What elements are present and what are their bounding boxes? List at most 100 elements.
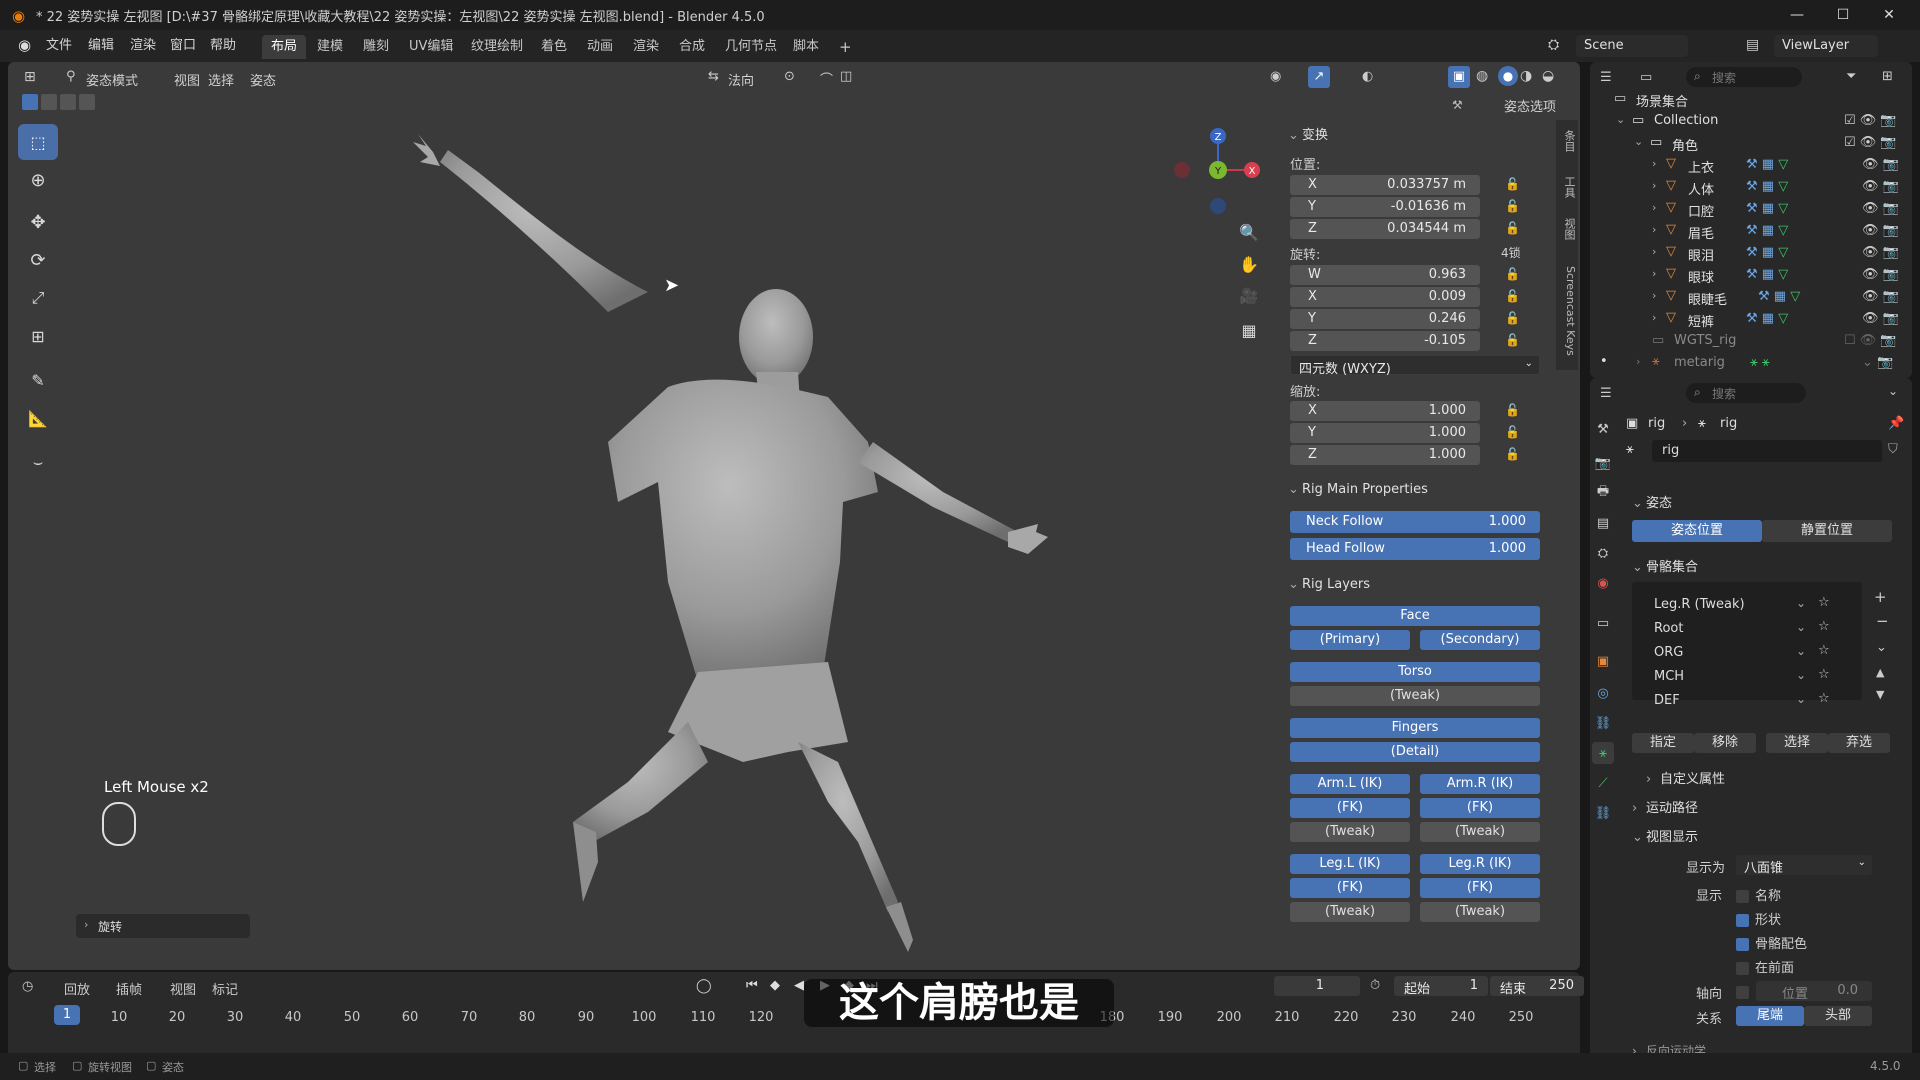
menu-playback[interactable]: 回放 xyxy=(64,979,90,998)
rotate-tool[interactable]: ⟳ xyxy=(18,242,58,278)
row-controls[interactable]: 👁 📷 xyxy=(1862,157,1899,172)
list-item[interactable]: Leg.R (Tweak) ⌄ ☆ xyxy=(1636,594,1856,615)
outliner-editor-icon[interactable]: ☰ xyxy=(1600,70,1612,85)
axes-checkbox[interactable] xyxy=(1736,986,1749,999)
sidebar-tab-item[interactable]: 条目 xyxy=(1561,130,1577,152)
current-frame-field[interactable]: 1 xyxy=(1274,976,1360,996)
in-front-checkbox[interactable]: 在前面 xyxy=(1736,957,1794,976)
cursor-tool[interactable]: ⊕ xyxy=(18,162,58,198)
rotation-mode-dropdown[interactable]: 四元数 (WXYZ) ⌄ xyxy=(1290,355,1540,377)
menu-file[interactable]: 文件 xyxy=(46,35,72,57)
scale-x-field[interactable]: X 1.000 xyxy=(1290,401,1480,421)
lock-icon[interactable]: 🔓 xyxy=(1505,199,1520,213)
modifier-icons[interactable]: ⚒ ▦ ▽ xyxy=(1746,223,1788,238)
outliner-row-metarig[interactable]: • › ⚹ metarig ⚹ ⚹ ⌄ 📷 xyxy=(1590,352,1912,374)
outliner-row-object[interactable]: › ▽ 短裤 ⚒ ▦ ▽ 👁 📷 xyxy=(1590,308,1912,330)
rotation-4lock-toggle[interactable]: 4锁 xyxy=(1501,244,1521,261)
minimize-button[interactable]: — xyxy=(1774,0,1820,30)
start-frame-field[interactable]: 起始 1 xyxy=(1394,976,1488,997)
snap-icon[interactable]: ⌒ xyxy=(820,69,833,88)
row-controls[interactable]: 👁 📷 xyxy=(1862,267,1899,282)
orientation-selector[interactable]: 法向 xyxy=(728,70,754,89)
outliner-row-object[interactable]: › ▽ 眼球 ⚒ ▦ ▽ 👁 📷 xyxy=(1590,264,1912,286)
ortho-toggle-button[interactable]: ▦ xyxy=(1233,314,1265,346)
move-up-icon[interactable]: ▲ xyxy=(1876,666,1884,679)
menu-help[interactable]: 帮助 xyxy=(210,35,236,57)
outliner-row-scene-collection[interactable]: ▭ 场景集合 xyxy=(1590,88,1912,110)
scale-tool[interactable]: ⤢ xyxy=(18,280,58,316)
menu-render[interactable]: 渲染 xyxy=(130,35,156,57)
neck-follow-slider[interactable]: Neck Follow 1.000 xyxy=(1290,511,1540,533)
show-shapes-checkbox[interactable]: 形状 xyxy=(1736,909,1781,928)
rendered-shading-icon[interactable]: ◒ xyxy=(1542,68,1554,84)
list-menu-chevron-icon[interactable]: ⌄ xyxy=(1876,640,1887,655)
auto-key-icon[interactable]: ◯ xyxy=(696,978,712,994)
pose-options-menu[interactable]: 姿态选项 xyxy=(1504,96,1556,115)
tab-sculpting[interactable]: 雕刻 xyxy=(354,35,398,59)
layer-leg-l-fk-button[interactable]: (FK) xyxy=(1290,878,1410,898)
layer-arm-l-tweak-button[interactable]: (Tweak) xyxy=(1290,822,1410,842)
layer-leg-r-tweak-button[interactable]: (Tweak) xyxy=(1420,902,1540,922)
list-item[interactable]: ORG ⌄ ☆ xyxy=(1636,642,1856,663)
rotation-z-field[interactable]: Z -0.105 xyxy=(1290,331,1480,351)
modifier-icons[interactable]: ⚒ ▦ ▽ xyxy=(1746,245,1788,260)
star-icon[interactable]: ☆ xyxy=(1818,619,1830,634)
end-frame-field[interactable]: 结束 250 xyxy=(1490,976,1584,997)
rotation-w-field[interactable]: W 0.963 xyxy=(1290,265,1480,285)
show-names-checkbox[interactable]: 名称 xyxy=(1736,885,1781,904)
layer-face-primary-button[interactable]: (Primary) xyxy=(1290,630,1410,650)
lock-icon[interactable]: 🔓 xyxy=(1505,447,1520,461)
visibility-icon[interactable]: ⌄ xyxy=(1796,596,1806,610)
visibility-icon[interactable]: ◉ xyxy=(1270,69,1281,84)
deselect-bones-button[interactable]: 弃选 xyxy=(1828,733,1890,753)
modifier-icons[interactable]: ⚒ ▦ ▽ xyxy=(1758,289,1800,304)
visibility-icon[interactable]: ⌄ xyxy=(1796,668,1806,682)
display-mode-icon[interactable]: ▭ xyxy=(1640,70,1652,85)
menu-select[interactable]: 选择 xyxy=(208,70,234,89)
tool-settings-icon[interactable]: ⚒ xyxy=(1452,98,1463,112)
menu-view[interactable]: 视图 xyxy=(170,979,196,998)
sidebar-tab-tool[interactable]: 工具 xyxy=(1561,176,1577,198)
rotation-x-field[interactable]: X 0.009 xyxy=(1290,287,1480,307)
row-controls[interactable]: 👁 📷 xyxy=(1862,289,1899,304)
layer-leg-l-ik-button[interactable]: Leg.L (IK) xyxy=(1290,854,1410,874)
lock-icon[interactable]: 🔓 xyxy=(1505,267,1520,281)
star-icon[interactable]: ☆ xyxy=(1818,643,1830,658)
add-workspace-button[interactable]: + xyxy=(830,35,861,59)
lock-icon[interactable]: 🔓 xyxy=(1505,289,1520,303)
filter-icon[interactable]: ⏷ xyxy=(1846,69,1856,84)
layer-fingers-button[interactable]: Fingers xyxy=(1290,718,1540,738)
proportional-icon[interactable]: ◫ xyxy=(840,69,852,84)
prev-key-icon[interactable]: ◆ xyxy=(770,978,780,993)
layer-arm-r-fk-button[interactable]: (FK) xyxy=(1420,798,1540,818)
outliner-row-object[interactable]: › ▽ 眉毛 ⚒ ▦ ▽ 👁 📷 xyxy=(1590,220,1912,242)
location-z-field[interactable]: Z 0.034544 m xyxy=(1290,219,1480,239)
visibility-icon[interactable]: ⌄ xyxy=(1796,620,1806,634)
transform-section-header[interactable]: ⌄ 变换 xyxy=(1288,124,1328,143)
tab-geometry-nodes[interactable]: 几何节点 xyxy=(716,35,786,59)
material-shading-icon[interactable]: ◑ xyxy=(1520,68,1532,84)
rig-main-section-header[interactable]: ⌄ Rig Main Properties xyxy=(1288,482,1428,497)
outliner-row-object[interactable]: › ▽ 人体 ⚒ ▦ ▽ 👁 📷 xyxy=(1590,176,1912,198)
tab-modeling[interactable]: 建模 xyxy=(308,35,352,59)
menu-edit[interactable]: 编辑 xyxy=(88,35,114,57)
pivot-icon[interactable]: ⊙ xyxy=(784,69,795,84)
lock-icon[interactable]: 🔓 xyxy=(1505,403,1520,417)
layer-fingers-detail-button[interactable]: (Detail) xyxy=(1290,742,1540,762)
remove-button[interactable]: 移除 xyxy=(1694,733,1756,753)
lock-icon[interactable]: 🔓 xyxy=(1505,333,1520,347)
move-down-icon[interactable]: ▼ xyxy=(1876,688,1884,701)
properties-search-input[interactable]: ⌕ 搜索 xyxy=(1686,383,1806,403)
row-controls[interactable]: 👁 📷 xyxy=(1862,201,1899,216)
pose-position-button[interactable]: 姿态位置 xyxy=(1632,520,1762,542)
physics-tab-icon[interactable]: ◎ xyxy=(1592,682,1614,704)
output-tab-icon[interactable]: 🖶 xyxy=(1592,482,1614,504)
outliner-row-object[interactable]: › ▽ 眼泪 ⚒ ▦ ▽ 👁 📷 xyxy=(1590,242,1912,264)
annotate-tool[interactable]: ✎ xyxy=(18,362,58,398)
bone-constraints-tab-icon[interactable]: ⛓ xyxy=(1592,802,1614,824)
wireframe-shading-icon[interactable]: ◍ xyxy=(1476,68,1488,84)
fake-user-icon[interactable]: ⛉ xyxy=(1888,442,1898,457)
show-colors-checkbox[interactable]: 骨骼配色 xyxy=(1736,933,1807,952)
motion-paths-header[interactable]: › 运动路径 xyxy=(1632,797,1698,816)
tab-animation[interactable]: 动画 xyxy=(578,35,622,59)
